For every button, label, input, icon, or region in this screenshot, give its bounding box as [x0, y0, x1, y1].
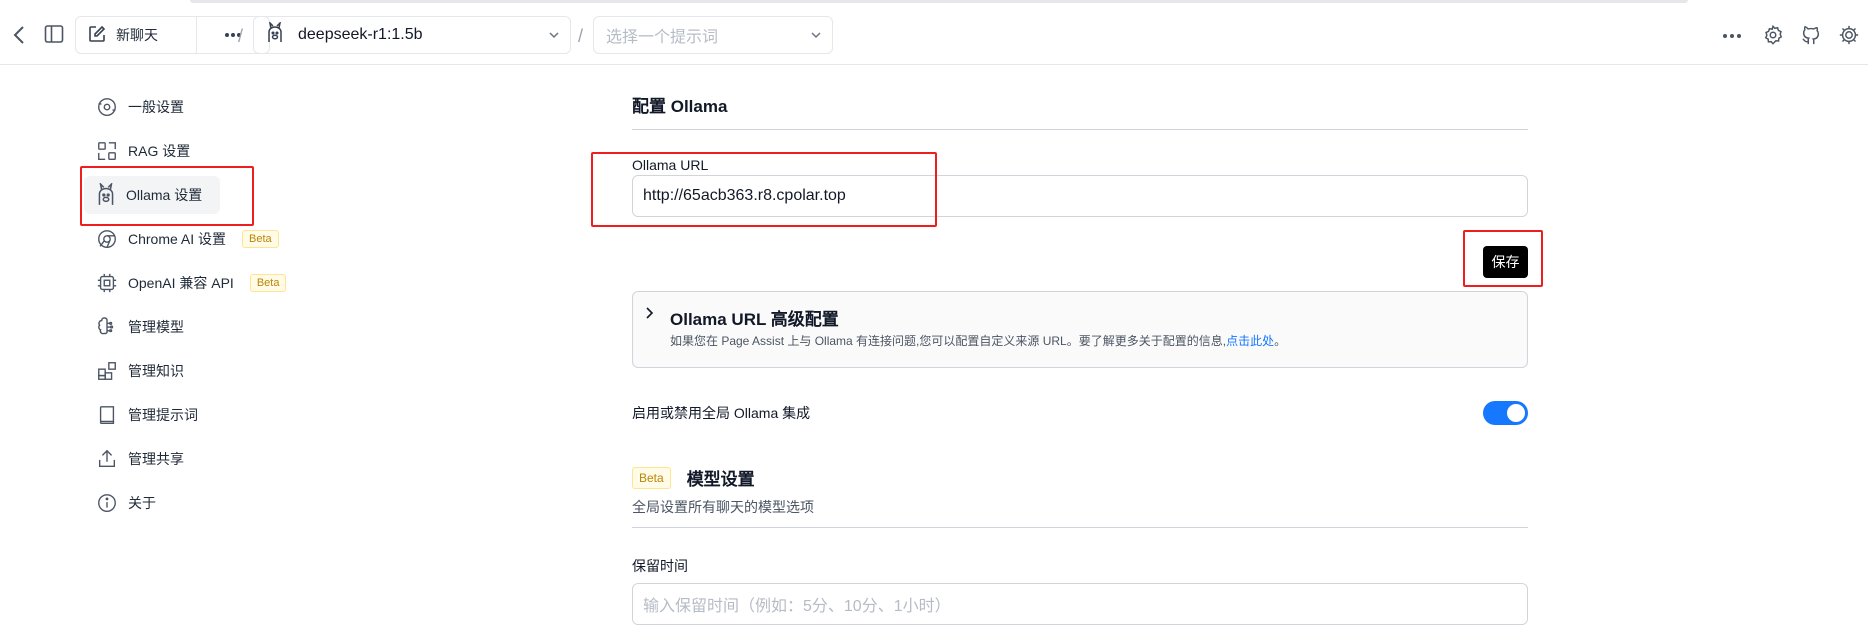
chevron-right-icon[interactable]: [645, 306, 655, 325]
advanced-config-description: 如果您在 Page Assist 上与 Ollama 有连接问题,您可以配置自定…: [670, 334, 1287, 348]
sidebar-item-label: RAG 设置: [128, 143, 191, 159]
sidebar-item-ollama[interactable]: Ollama 设置: [84, 176, 220, 214]
ollama-llama-icon: [266, 20, 284, 49]
more-horizontal-icon[interactable]: [1720, 24, 1744, 48]
sidebar-toggle-icon[interactable]: [42, 22, 66, 46]
new-chat-button[interactable]: 新聊天: [76, 17, 197, 53]
top-scroll-indicator: [0, 0, 1868, 6]
beta-badge: Beta: [632, 466, 671, 489]
advanced-config-panel[interactable]: Ollama URL 高级配置 如果您在 Page Assist 上与 Olla…: [632, 291, 1528, 368]
keep-alive-label: 保留时间: [632, 558, 688, 574]
section-title: 配置 Ollama: [632, 97, 728, 116]
beta-badge: Beta: [249, 274, 287, 292]
sidebar-item-label: 管理知识: [128, 363, 184, 379]
sidebar-item-label: OpenAI 兼容 API: [128, 275, 234, 291]
share-icon: [98, 449, 116, 468]
sidebar-item-rag[interactable]: RAG 设置: [84, 132, 202, 170]
sidebar-item-openai-api[interactable]: OpenAI 兼容 API Beta: [84, 264, 298, 302]
global-ollama-toggle[interactable]: [1483, 401, 1528, 425]
edit-square-icon: [88, 25, 106, 46]
cpu-chip-icon: [97, 273, 117, 293]
top-header: 新聊天 / deepseek-r1:1.5b / 选择一个提示词: [0, 8, 1868, 65]
ollama-url-label: Ollama URL: [632, 157, 709, 173]
prompt-select-placeholder: 选择一个提示词: [606, 29, 719, 46]
divider: [632, 129, 1528, 130]
sidebar-item-label: 关于: [128, 495, 156, 511]
advanced-config-title: Ollama URL 高级配置: [670, 310, 839, 329]
prompt-select[interactable]: 选择一个提示词: [593, 16, 833, 54]
beta-badge: Beta: [242, 230, 279, 248]
sidebar-item-manage-models[interactable]: 管理模型: [84, 308, 196, 346]
sidebar-item-chrome-ai[interactable]: Chrome AI 设置 Beta: [84, 220, 291, 258]
breadcrumb-separator: /: [238, 26, 244, 46]
save-button[interactable]: 保存: [1483, 246, 1528, 278]
sidebar-item-general[interactable]: 一般设置: [84, 88, 196, 126]
sidebar-item-manage-knowledge[interactable]: 管理知识: [84, 352, 196, 390]
sidebar-item-label: Chrome AI 设置: [128, 231, 227, 247]
sidebar-item-manage-prompts[interactable]: 管理提示词: [84, 396, 210, 434]
chevron-down-icon: [548, 28, 560, 46]
sidebar-item-label: 一般设置: [128, 99, 184, 115]
model-settings-title: 模型设置: [686, 470, 755, 489]
sidebar-item-label: Ollama 设置: [126, 187, 203, 203]
settings-gear-icon[interactable]: [1760, 22, 1786, 48]
divider: [632, 527, 1528, 528]
back-chevron-icon[interactable]: [8, 24, 30, 46]
book-icon: [99, 406, 115, 424]
breadcrumb-separator: /: [578, 26, 584, 46]
sidebar-item-label: 管理共享: [128, 451, 184, 467]
info-icon: [98, 494, 116, 512]
github-icon[interactable]: [1798, 22, 1824, 48]
model-select-value: deepseek-r1:1.5b: [298, 26, 423, 43]
cog-icon[interactable]: [1836, 22, 1862, 48]
ollama-url-input[interactable]: http://65acb363.r8.cpolar.top: [632, 175, 1528, 217]
sidebar-item-label: 管理提示词: [128, 407, 198, 423]
ollama-llama-icon: [98, 183, 114, 205]
new-chat-label: 新聊天: [116, 27, 158, 43]
keep-alive-input[interactable]: 输入保留时间（例如：5分、10分、1小时）: [632, 583, 1528, 625]
brain-icon: [98, 317, 114, 335]
rag-grid-icon: [98, 142, 116, 160]
settings-cog-icon: [98, 98, 116, 116]
sidebar-item-about[interactable]: 关于: [84, 484, 168, 522]
model-select[interactable]: deepseek-r1:1.5b: [253, 16, 571, 54]
chrome-icon: [98, 230, 116, 248]
global-ollama-toggle-label: 启用或禁用全局 Ollama 集成: [632, 405, 811, 421]
sidebar-item-manage-share[interactable]: 管理共享: [84, 440, 196, 478]
model-settings-subtitle: 全局设置所有聊天的模型选项: [632, 499, 814, 515]
click-here-link[interactable]: 点击此处: [1226, 334, 1274, 348]
sidebar-item-label: 管理模型: [128, 319, 184, 335]
model-settings-heading: Beta 模型设置: [632, 465, 755, 490]
blocks-icon: [98, 362, 116, 380]
chevron-down-icon: [810, 28, 822, 46]
toggle-knob: [1507, 404, 1525, 422]
